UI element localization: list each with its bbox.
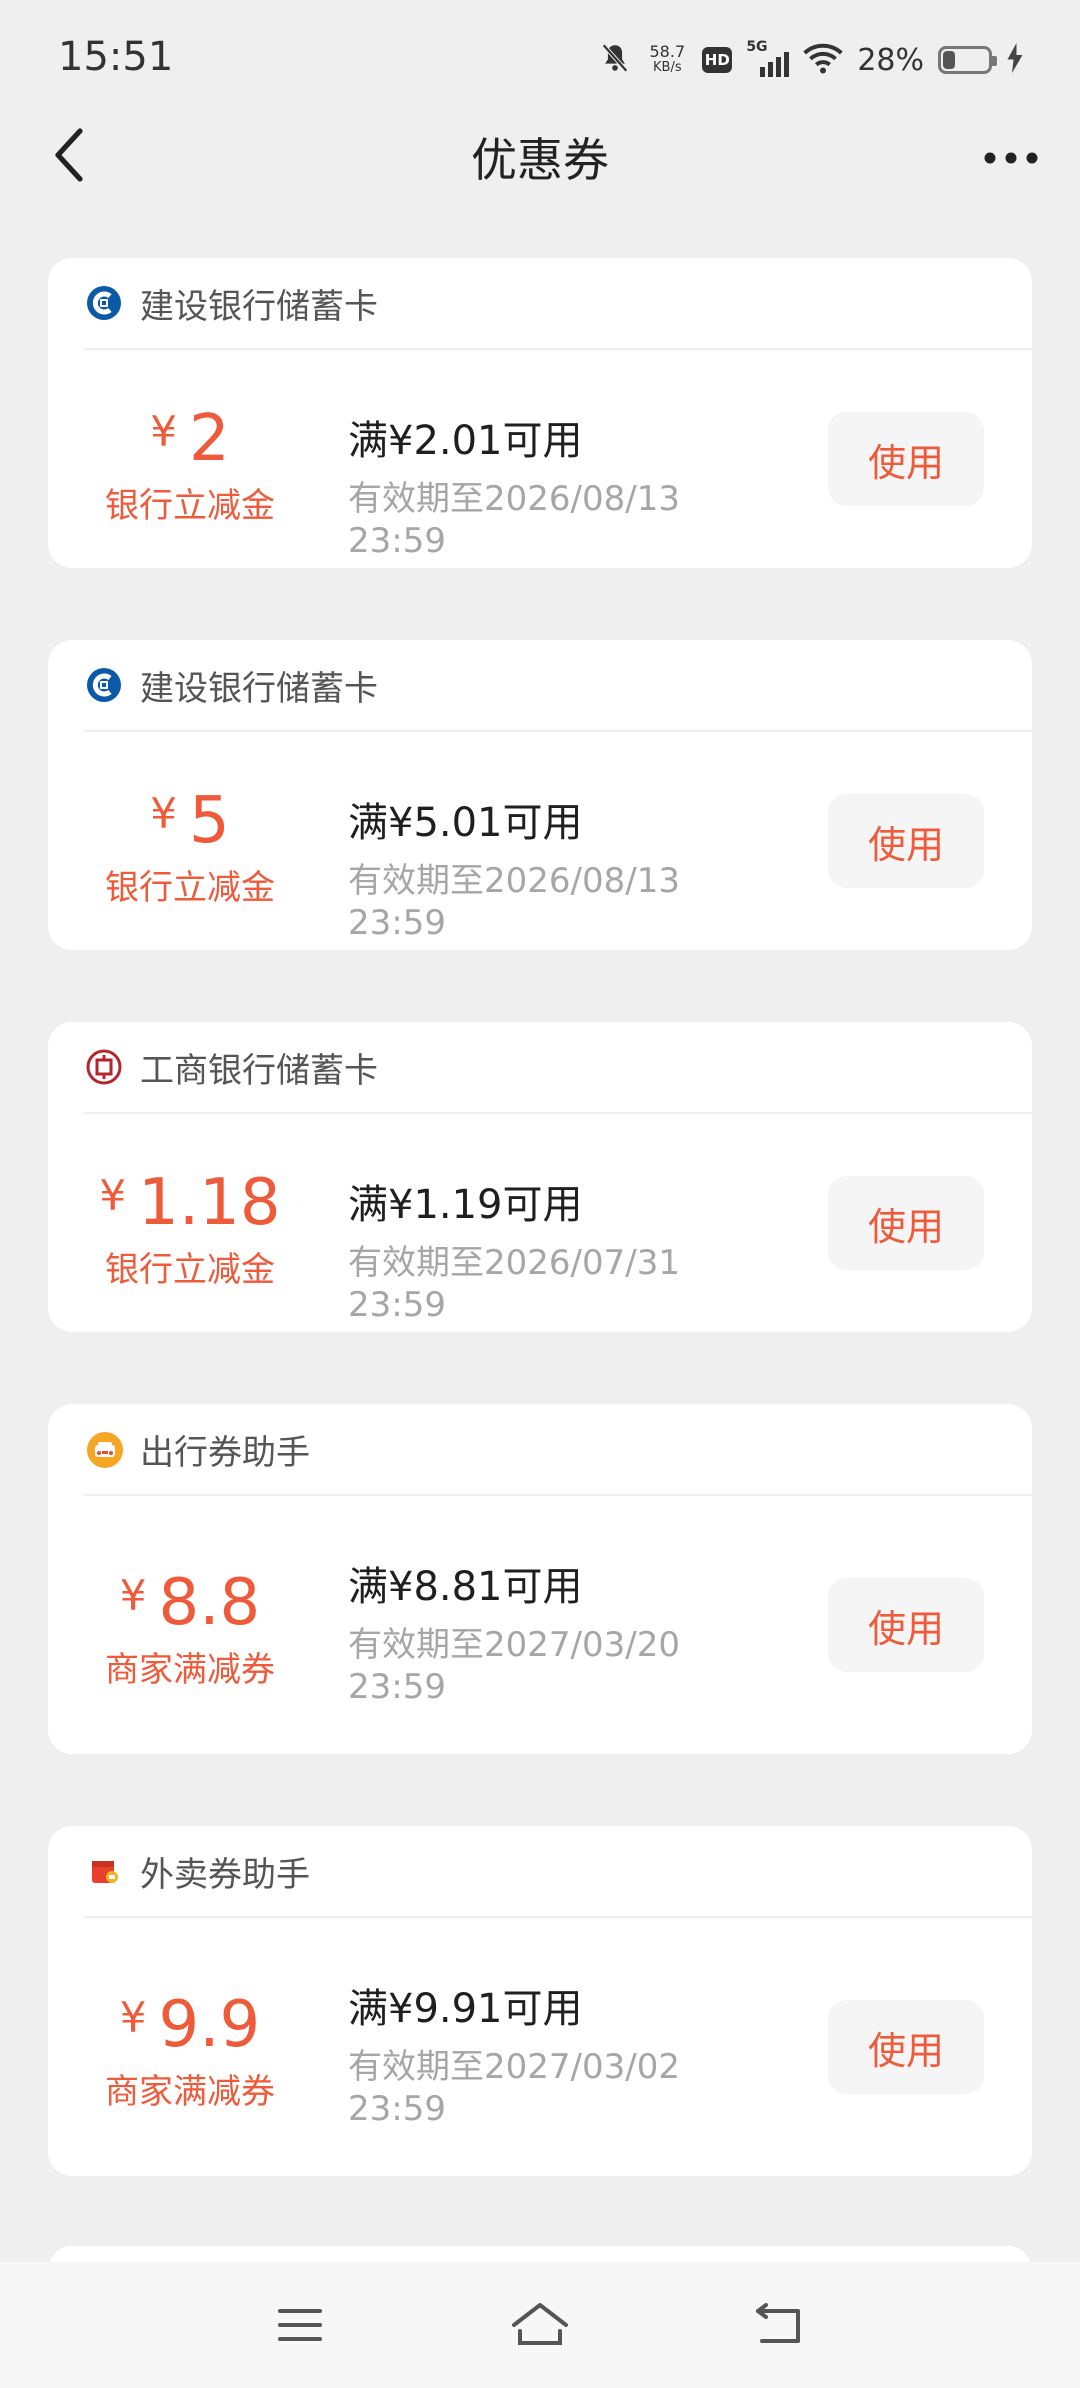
home-icon [512,2303,568,2345]
coupon-amount: 2 [189,402,230,476]
coupon-source-name: 出行券助手 [140,1432,310,1473]
currency-symbol: ¥ [150,789,177,838]
coupon-card-header: 建设银行储蓄卡 [48,258,1032,348]
return-arrow-icon [756,2303,800,2343]
battery-icon [938,46,997,74]
back-system-button[interactable] [720,2262,840,2388]
use-coupon-button[interactable]: 使用 [828,412,984,506]
use-coupon-button[interactable]: 使用 [828,1578,984,1672]
coupon-validity: 有效期至2026/07/31 23:59 [348,1243,680,1325]
coupon-validity: 有效期至2026/08/13 23:59 [348,861,680,943]
system-nav-bar [0,2262,1080,2388]
coupon-condition: 满¥2.01可用 [348,418,583,464]
coupon-card[interactable]: 建设银行储蓄卡 ¥ 5 银行立减金 满¥5.01可用 有效期至2026/08/1… [48,640,1032,950]
charging-bolt-icon [1006,43,1024,77]
coupon-amount-block: ¥ 9.9 商家满减券 [48,1988,332,2113]
coupon-source-name: 建设银行储蓄卡 [140,286,378,327]
coupon-card-header: 工商银行储蓄卡 [48,1022,1032,1112]
coupon-card-header: 出行券助手 [48,1404,1032,1494]
coupon-type: 银行立减金 [105,1250,275,1290]
coupon-condition: 满¥8.81可用 [348,1564,583,1610]
coupon-card[interactable]: 建设银行储蓄卡 ¥ 2 银行立减金 满¥2.01可用 有效期至2026/08/1… [48,258,1032,568]
net-speed-unit: KB/s [653,60,682,75]
coupon-source-name: 工商银行储蓄卡 [140,1050,378,1091]
coupon-amount-block: ¥ 8.8 商家满减券 [48,1566,332,1691]
coupon-amount: 8.8 [158,1566,261,1640]
coupon-info: 满¥8.81可用 有效期至2027/03/20 23:59 [348,1554,728,1708]
use-coupon-button[interactable]: 使用 [828,794,984,888]
hd-badge: HD [702,47,733,73]
ccb-logo-icon [86,285,122,321]
coupon-validity: 有效期至2027/03/20 23:59 [348,1625,680,1707]
coupon-card-body: ¥ 2 银行立减金 满¥2.01可用 有效期至2026/08/13 23:59 … [48,350,1032,568]
coupon-card[interactable]: 外卖券助手 ¥ 9.9 商家满减券 满¥9.91可用 有效期至2027/03/0… [48,1826,1032,2176]
status-icons: 58.7 KB/s HD 5G 28% [598,38,1024,82]
wifi-icon [803,41,844,79]
more-dots-icon [984,152,1038,164]
coupon-card-header: 建设银行储蓄卡 [48,640,1032,730]
coupon-amount-block: ¥ 5 银行立减金 [48,784,332,909]
coupon-card-body: ¥ 9.9 商家满减券 满¥9.91可用 有效期至2027/03/02 23:5… [48,1918,1032,2176]
coupon-list: 建设银行储蓄卡 ¥ 2 银行立减金 满¥2.01可用 有效期至2026/08/1… [48,258,1032,2248]
coupon-type: 商家满减券 [105,1650,275,1690]
battery-percent: 28% [857,42,924,78]
coupon-validity: 有效期至2026/08/13 23:59 [348,479,680,561]
coupon-validity: 有效期至2027/03/02 23:59 [348,2047,680,2129]
currency-symbol: ¥ [119,1993,147,2042]
page-title: 优惠券 [471,133,609,187]
takeout-bag-icon [86,1853,122,1889]
mute-bell-icon [598,41,632,79]
coupon-source-name: 建设银行储蓄卡 [140,668,378,709]
coupon-type: 银行立减金 [105,486,275,526]
coupon-condition: 满¥1.19可用 [348,1182,583,1228]
coupon-type: 商家满减券 [105,2072,275,2112]
coupon-card[interactable]: 工商银行储蓄卡 ¥ 1.18 银行立减金 满¥1.19可用 有效期至2026/0… [48,1022,1032,1332]
coupon-info: 满¥5.01可用 有效期至2026/08/13 23:59 [348,790,778,944]
coupon-card-body: ¥ 5 银行立减金 满¥5.01可用 有效期至2026/08/13 23:59 … [48,732,1032,950]
coupon-condition: 满¥9.91可用 [348,1986,583,2032]
use-coupon-button[interactable]: 使用 [828,1176,984,1270]
currency-symbol: ¥ [119,1571,147,1620]
coupon-amount: 1.18 [138,1166,281,1240]
status-bar: 15:51 58.7 KB/s HD 5G 28% [0,0,1080,118]
net-speed: 58.7 KB/s [646,44,688,76]
coupon-card-body: ¥ 1.18 银行立减金 满¥1.19可用 有效期至2026/07/31 23:… [48,1114,1032,1332]
currency-symbol: ¥ [150,407,177,456]
menu-button[interactable] [240,2262,360,2388]
home-button[interactable] [480,2262,600,2388]
ccb-logo-icon [86,667,122,703]
coupon-info: 满¥9.91可用 有效期至2027/03/02 23:59 [348,1976,728,2130]
travel-car-icon [86,1431,123,1468]
coupon-amount: 9.9 [158,1988,261,2062]
coupon-card-body: ¥ 8.8 商家满减券 满¥8.81可用 有效期至2027/03/20 23:5… [48,1496,1032,1754]
status-time: 15:51 [58,34,174,80]
more-options-button[interactable] [976,128,1046,188]
coupon-amount-block: ¥ 1.18 银行立减金 [48,1166,332,1291]
coupon-type: 银行立减金 [105,868,275,908]
coupon-info: 满¥1.19可用 有效期至2026/07/31 23:59 [348,1172,778,1326]
coupon-amount-block: ¥ 2 银行立减金 [48,402,332,527]
currency-symbol: ¥ [99,1171,127,1220]
net-speed-value: 58.7 [649,42,686,61]
battery-fill [943,51,956,69]
coupon-source-name: 外卖券助手 [140,1854,310,1895]
network-type: 5G [746,39,768,55]
nav-bar: 优惠券 [0,110,1080,200]
menu-lines-icon [278,2309,322,2341]
coupon-condition: 满¥5.01可用 [348,800,583,846]
use-coupon-button[interactable]: 使用 [828,2000,984,2094]
coupon-amount: 5 [189,784,230,858]
coupon-card[interactable]: 出行券助手 ¥ 8.8 商家满减券 满¥8.81可用 有效期至2027/03/2… [48,1404,1032,1754]
cellular-signal-icon: 5G [746,39,790,77]
icbc-logo-icon [86,1049,122,1085]
coupon-info: 满¥2.01可用 有效期至2026/08/13 23:59 [348,408,778,562]
coupon-card-header: 外卖券助手 [48,1826,1032,1916]
